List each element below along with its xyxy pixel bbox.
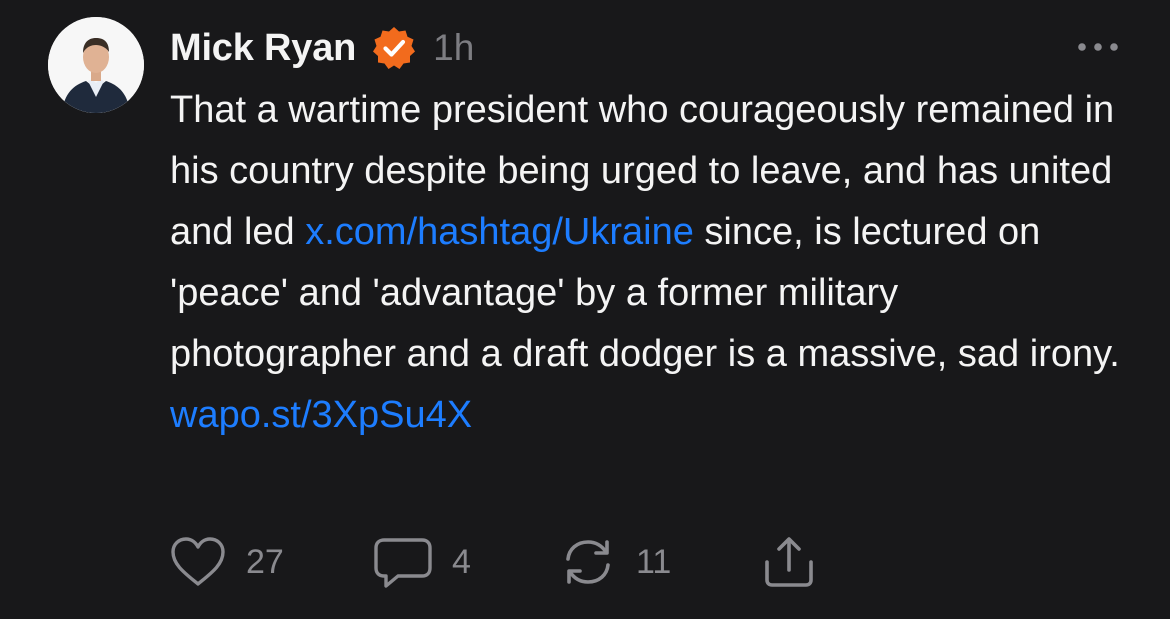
heart-icon (171, 537, 225, 586)
share-icon (765, 537, 813, 587)
like-button[interactable]: 27 (168, 532, 284, 592)
post-header: Mick Ryan 1h (170, 22, 474, 74)
reply-count: 4 (452, 542, 471, 581)
comment-icon (374, 538, 432, 588)
share-button[interactable] (760, 532, 818, 592)
article-link[interactable]: wapo.st/3XpSu4X (170, 394, 472, 436)
repost-button[interactable]: 11 (558, 532, 671, 592)
avatar-image (48, 17, 144, 113)
like-count: 27 (246, 542, 284, 581)
more-options-icon[interactable] (1076, 38, 1120, 56)
hashtag-link[interactable]: x.com/hashtag/Ukraine (305, 211, 694, 253)
author-name[interactable]: Mick Ryan (170, 27, 356, 70)
avatar[interactable] (48, 17, 144, 113)
repost-icon (566, 540, 610, 584)
repost-count: 11 (636, 542, 672, 581)
post-timestamp: 1h (433, 27, 475, 68)
reply-button[interactable]: 4 (372, 532, 471, 592)
post-actions: 27 4 11 (168, 532, 868, 592)
post-body: That a wartime president who courageousl… (170, 80, 1130, 446)
verified-badge-icon (371, 25, 417, 71)
